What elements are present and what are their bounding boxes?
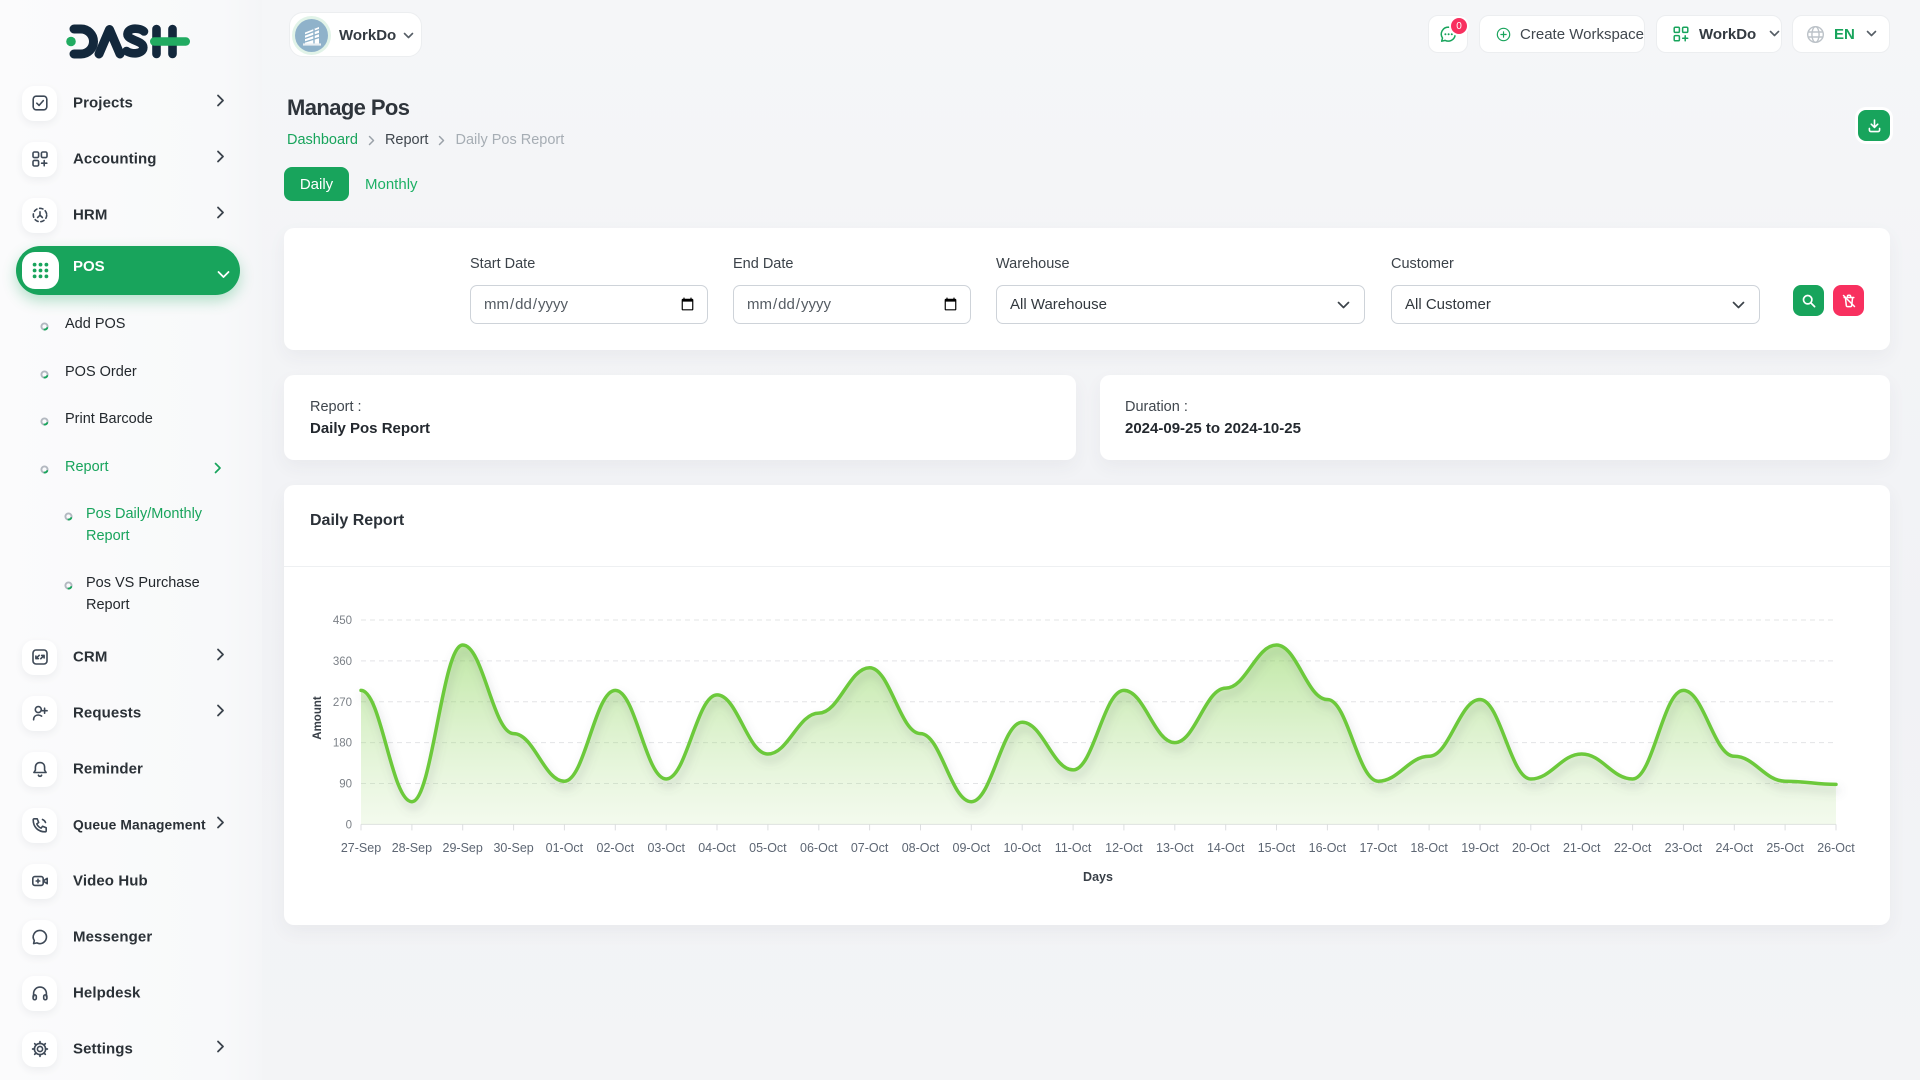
svg-text:360: 360 [333,656,352,668]
svg-text:22-Oct: 22-Oct [1614,841,1652,855]
svg-text:27-Sep: 27-Sep [341,841,381,855]
svg-text:01-Oct: 01-Oct [546,841,584,855]
svg-text:Days: Days [1083,870,1113,884]
svg-text:25-Oct: 25-Oct [1766,841,1804,855]
svg-text:450: 450 [333,615,352,627]
svg-text:06-Oct: 06-Oct [800,841,838,855]
svg-text:21-Oct: 21-Oct [1563,841,1601,855]
svg-text:02-Oct: 02-Oct [597,841,635,855]
svg-text:26-Oct: 26-Oct [1817,841,1855,855]
svg-text:07-Oct: 07-Oct [851,841,889,855]
svg-text:09-Oct: 09-Oct [953,841,991,855]
svg-text:90: 90 [339,779,352,791]
svg-text:180: 180 [333,738,352,750]
svg-text:28-Sep: 28-Sep [392,841,432,855]
svg-text:14-Oct: 14-Oct [1207,841,1245,855]
svg-text:0: 0 [346,819,352,831]
svg-text:08-Oct: 08-Oct [902,841,940,855]
svg-text:15-Oct: 15-Oct [1258,841,1296,855]
svg-text:10-Oct: 10-Oct [1003,841,1041,855]
svg-text:13-Oct: 13-Oct [1156,841,1194,855]
svg-text:17-Oct: 17-Oct [1359,841,1397,855]
svg-text:19-Oct: 19-Oct [1461,841,1499,855]
svg-text:Amount: Amount [312,696,324,740]
svg-text:05-Oct: 05-Oct [749,841,787,855]
svg-text:18-Oct: 18-Oct [1410,841,1448,855]
svg-text:16-Oct: 16-Oct [1309,841,1347,855]
svg-text:04-Oct: 04-Oct [698,841,736,855]
svg-text:12-Oct: 12-Oct [1105,841,1143,855]
svg-text:20-Oct: 20-Oct [1512,841,1550,855]
svg-text:29-Sep: 29-Sep [443,841,483,855]
svg-text:03-Oct: 03-Oct [647,841,685,855]
svg-text:30-Sep: 30-Sep [493,841,533,855]
svg-text:23-Oct: 23-Oct [1665,841,1703,855]
svg-text:270: 270 [333,697,352,709]
svg-text:11-Oct: 11-Oct [1055,841,1092,855]
svg-text:24-Oct: 24-Oct [1716,841,1754,855]
